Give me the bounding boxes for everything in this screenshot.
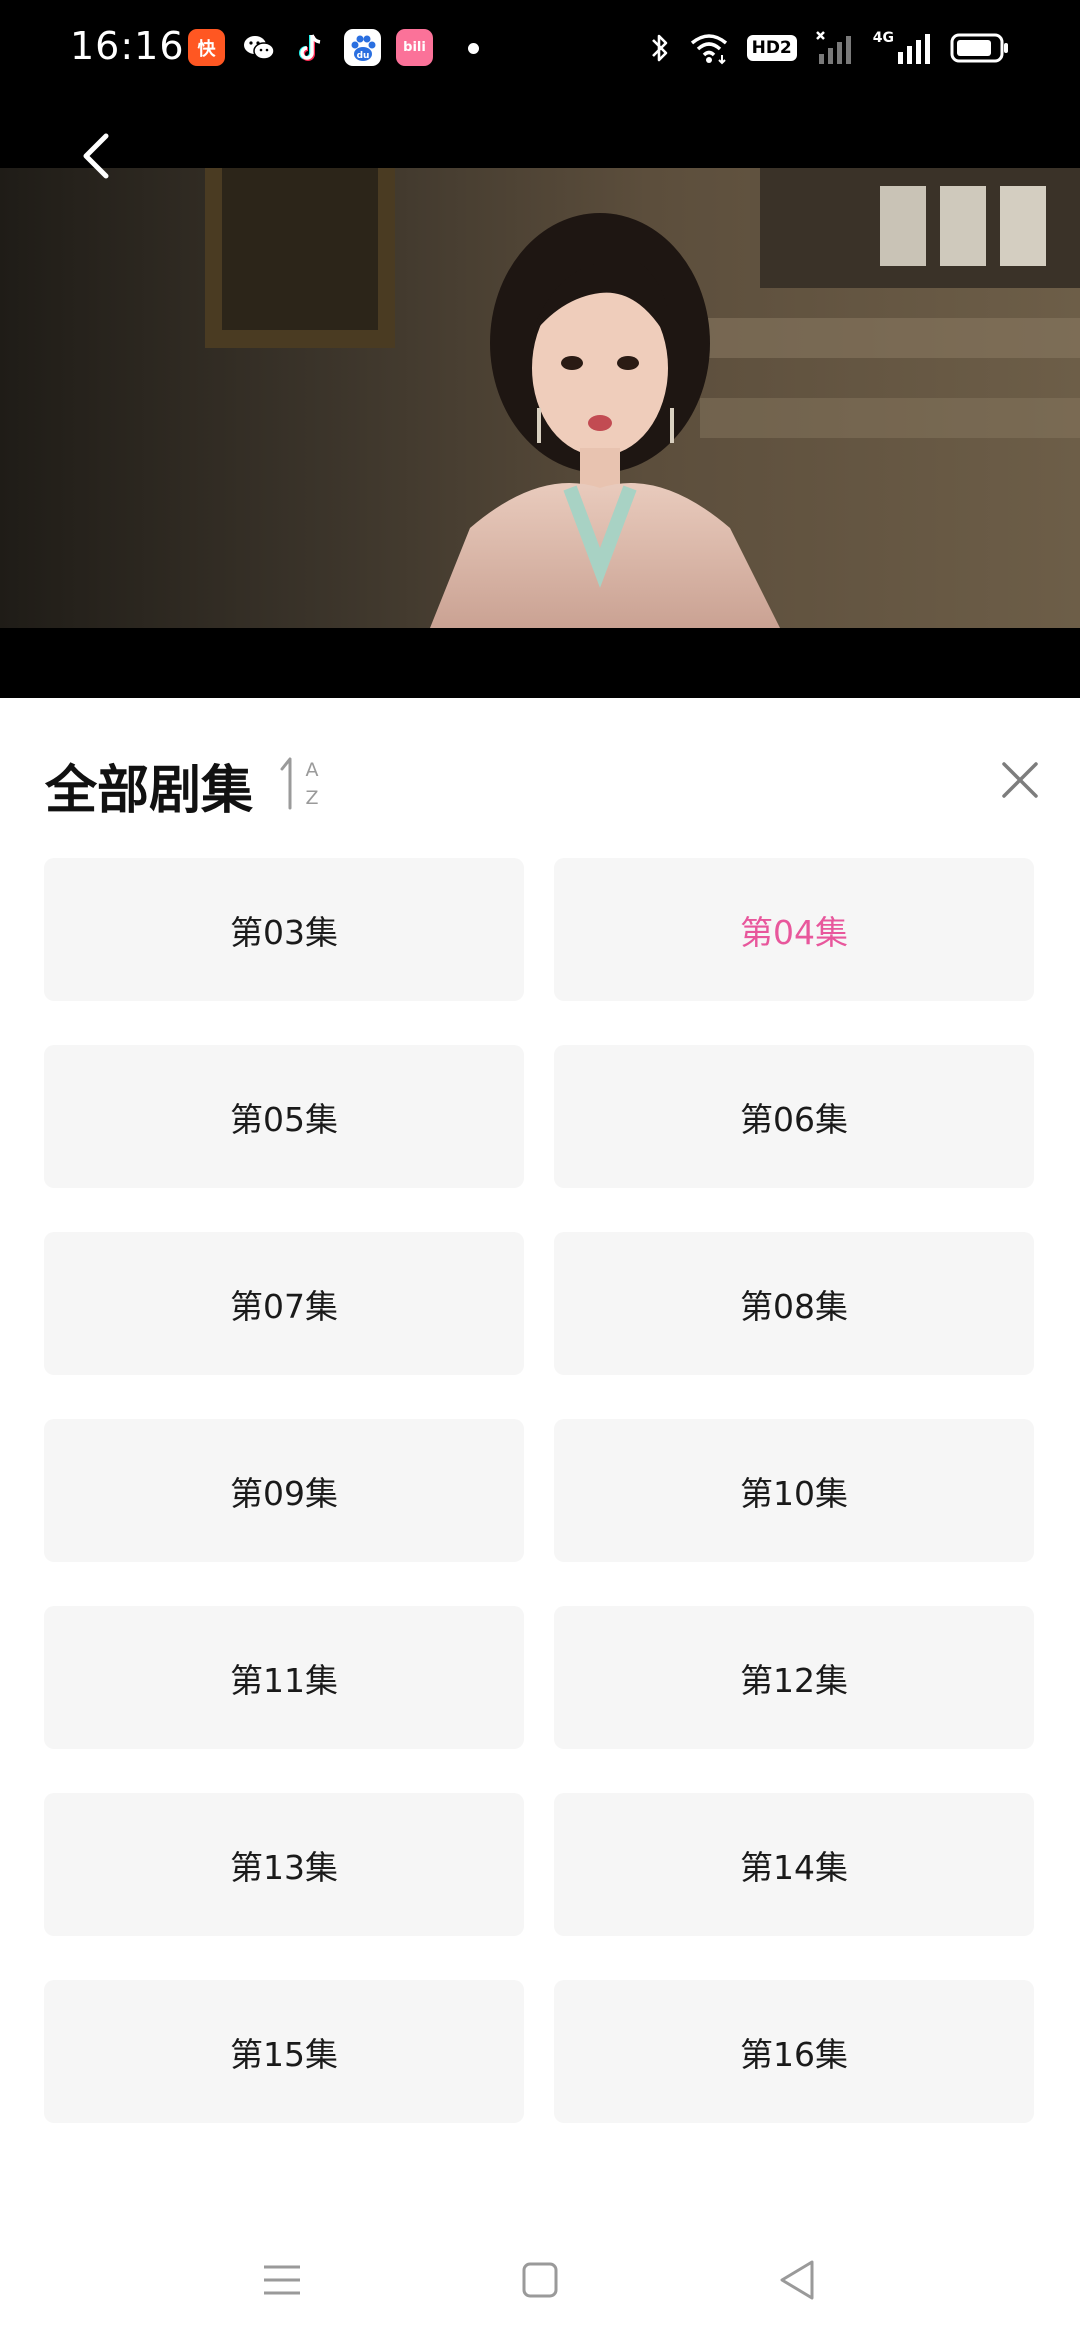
- hd-voice-badge: HD2: [746, 35, 797, 61]
- signal-sim1-icon: [815, 31, 851, 64]
- episode-item-15[interactable]: 第15集: [44, 1980, 524, 2123]
- bluetooth-icon: [651, 34, 667, 62]
- back-triangle-icon[interactable]: [768, 2250, 828, 2310]
- bilibili-app-icon: bili: [396, 29, 433, 66]
- battery-icon: [950, 33, 1008, 63]
- episode-item-07[interactable]: 第07集: [44, 1232, 524, 1375]
- kuaishou-app-icon: 快: [188, 29, 225, 66]
- home-square-icon[interactable]: [510, 2250, 570, 2310]
- douyin-app-icon: [292, 29, 329, 66]
- episode-item-10[interactable]: 第10集: [554, 1419, 1034, 1562]
- svg-text:Z: Z: [305, 787, 318, 809]
- svg-text:du: du: [356, 51, 369, 61]
- episode-item-04-current[interactable]: 第04集: [554, 858, 1034, 1001]
- episode-item-06[interactable]: 第06集: [554, 1045, 1034, 1188]
- video-frame[interactable]: [0, 168, 1080, 628]
- notification-icons: 快 du bili: [188, 29, 433, 66]
- baidu-app-icon: du: [344, 29, 381, 66]
- episode-item-03[interactable]: 第03集: [44, 858, 524, 1001]
- episode-panel: 全部剧集 A Z 第03集 第04集 第05集 第06集 第07集 第08集 第…: [0, 698, 1080, 2228]
- network-type-label: 4G: [872, 30, 894, 46]
- close-icon[interactable]: [996, 756, 1044, 804]
- episode-item-16[interactable]: 第16集: [554, 1980, 1034, 2123]
- signal-sim2: 4G: [873, 30, 932, 66]
- episode-item-14[interactable]: 第14集: [554, 1793, 1034, 1936]
- episode-item-12[interactable]: 第12集: [554, 1606, 1034, 1749]
- status-time: 16:16: [70, 24, 185, 68]
- episode-item-13[interactable]: 第13集: [44, 1793, 524, 1936]
- screen: 16:16 快 du bili HD2 4G 全部剧集 A Z 第03集 第04…: [0, 0, 1080, 2340]
- system-nav-bar: [0, 2228, 1080, 2340]
- menu-icon[interactable]: [252, 2250, 312, 2310]
- back-button[interactable]: [70, 124, 120, 184]
- sort-az-icon[interactable]: A Z: [278, 754, 328, 810]
- episode-item-08[interactable]: 第08集: [554, 1232, 1034, 1375]
- status-bar: 16:16 快 du bili HD2 4G: [0, 0, 1080, 98]
- more-notifications-dot: [468, 43, 479, 54]
- signal-sim2-icon: [898, 34, 930, 64]
- episode-item-05[interactable]: 第05集: [44, 1045, 524, 1188]
- episode-grid: 第03集 第04集 第05集 第06集 第07集 第08集 第09集 第10集 …: [44, 858, 1034, 2123]
- system-icons: HD2 4G: [649, 26, 1010, 70]
- wechat-app-icon: [240, 29, 277, 66]
- episode-item-09[interactable]: 第09集: [44, 1419, 524, 1562]
- wifi-icon: [690, 34, 727, 65]
- panel-title: 全部剧集: [45, 761, 254, 821]
- episode-item-11[interactable]: 第11集: [44, 1606, 524, 1749]
- svg-text:A: A: [306, 759, 319, 781]
- video-player[interactable]: [0, 98, 1080, 698]
- video-scene: [0, 168, 1080, 628]
